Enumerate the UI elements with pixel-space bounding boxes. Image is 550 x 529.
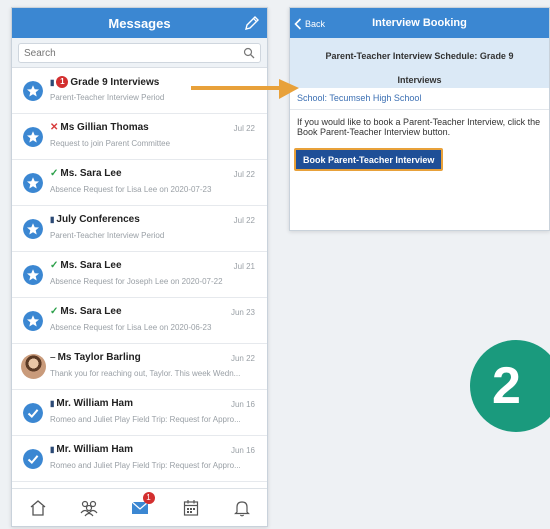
unread-count-badge: 1 [142, 491, 155, 504]
message-preview: Parent-Teacher Interview Period [50, 231, 165, 240]
booking-title: Interview Booking [372, 17, 467, 29]
declined-icon: ✕ [50, 122, 59, 133]
checkmark-circle-icon [23, 403, 43, 423]
message-date: Jun 16 [230, 400, 255, 409]
schedule-title: Parent-Teacher Interview Schedule: Grade… [290, 38, 549, 88]
messages-header: Messages [12, 8, 267, 38]
compose-icon[interactable] [243, 14, 261, 32]
message-preview: Absence Request for Lisa Lee on 2020-06-… [50, 323, 212, 332]
announcement-star-icon [23, 173, 43, 193]
message-sender: Ms. Sara Lee [60, 168, 122, 179]
pin-icon: ▮ [50, 215, 55, 224]
message-sender: Mr. William Ham [56, 398, 134, 409]
message-row[interactable]: ▮ July Conferences Jul 22 Parent-Teacher… [12, 206, 267, 252]
schedule-title-line: Parent-Teacher Interview Schedule: Grade… [325, 51, 514, 61]
step-number-badge: 2 [470, 340, 550, 432]
search-box[interactable] [18, 43, 261, 63]
message-date: Jul 22 [233, 170, 255, 179]
message-preview: Thank you for reaching out, Taylor. This… [50, 369, 241, 378]
search-input[interactable] [24, 47, 243, 59]
message-date: Jul 21 [233, 262, 255, 271]
bell-icon [233, 500, 250, 516]
tab-notifications[interactable] [231, 497, 253, 519]
message-list: ▮ 1 Grade 9 Interviews Parent-Teacher In… [12, 68, 267, 482]
booking-header: Back Interview Booking [290, 8, 549, 38]
avatar [21, 354, 46, 379]
pin-icon: ▮ [50, 399, 55, 408]
message-row[interactable]: ✓ Ms. Sara Lee Jul 21 Absence Request fo… [12, 252, 267, 298]
approved-check-icon: ✓ [50, 260, 59, 271]
tab-people[interactable] [78, 497, 100, 519]
message-row[interactable]: ✓ Ms. Sara Lee Jul 22 Absence Request fo… [12, 160, 267, 206]
checkmark-circle-icon [23, 449, 43, 469]
message-sender: July Conferences [56, 214, 140, 225]
message-date: Jul 22 [233, 216, 255, 225]
message-date: Jul 22 [233, 124, 255, 133]
unread-badge: 1 [56, 76, 69, 88]
announcement-star-icon [23, 265, 43, 285]
message-preview: Absence Request for Joseph Lee on 2020-0… [50, 277, 223, 286]
message-sender: Mr. William Ham [56, 444, 134, 455]
chevron-left-icon [294, 17, 302, 30]
messages-title: Messages [108, 15, 171, 31]
message-row[interactable]: ✕ Ms Gillian Thomas Jul 22 Request to jo… [12, 114, 267, 160]
tab-messages[interactable]: 1 [129, 491, 155, 519]
message-sender: Ms Taylor Barling [57, 352, 141, 363]
search-icon[interactable] [243, 47, 255, 59]
message-sender: Ms. Sara Lee [60, 306, 122, 317]
message-sender: Grade 9 Interviews [70, 76, 160, 88]
message-sender: Ms. Sara Lee [60, 260, 122, 271]
message-row[interactable]: ✓ Ms. Sara Lee Jun 23 Absence Request fo… [12, 298, 267, 344]
book-interview-button[interactable]: Book Parent-Teacher Interview [294, 148, 444, 171]
tab-home[interactable] [27, 497, 49, 519]
tab-bar: 1 [12, 488, 267, 526]
announcement-star-icon [23, 81, 43, 101]
announcement-star-icon [23, 127, 43, 147]
back-button[interactable]: Back [294, 16, 325, 31]
message-preview: Romeo and Juliet Play Field Trip: Reques… [50, 415, 241, 424]
reply-dash-icon: – [50, 352, 56, 363]
message-preview: Request to join Parent Committee [50, 139, 171, 148]
search-bar [12, 38, 267, 68]
message-date: Jun 22 [230, 354, 255, 363]
message-sender: Ms Gillian Thomas [60, 122, 149, 133]
pin-icon: ▮ [50, 77, 55, 87]
approved-check-icon: ✓ [50, 168, 59, 179]
message-date: Jun 23 [230, 308, 255, 317]
booking-instructions: If you would like to book a Parent-Teach… [297, 117, 541, 137]
message-row[interactable]: – Ms Taylor Barling Jun 22 Thank you for… [12, 344, 267, 390]
message-date: Jun 16 [230, 446, 255, 455]
callout-arrow-icon [191, 79, 299, 99]
announcement-star-icon [23, 219, 43, 239]
interview-booking-screen: Back Interview Booking Parent-Teacher In… [289, 7, 550, 231]
message-preview: Romeo and Juliet Play Field Trip: Reques… [50, 461, 241, 470]
back-label: Back [305, 18, 326, 29]
announcement-star-icon [23, 311, 43, 331]
calendar-icon [183, 499, 198, 516]
people-icon [80, 500, 97, 516]
message-preview: Absence Request for Lisa Lee on 2020-07-… [50, 185, 212, 194]
tab-calendar[interactable] [180, 497, 202, 519]
pin-icon: ▮ [50, 445, 55, 454]
home-icon [30, 499, 45, 516]
message-row[interactable]: ▮ Mr. William Ham Jun 16 Romeo and Julie… [12, 390, 267, 436]
approved-check-icon: ✓ [50, 306, 59, 317]
message-row[interactable]: ▮ Mr. William Ham Jun 16 Romeo and Julie… [12, 436, 267, 482]
